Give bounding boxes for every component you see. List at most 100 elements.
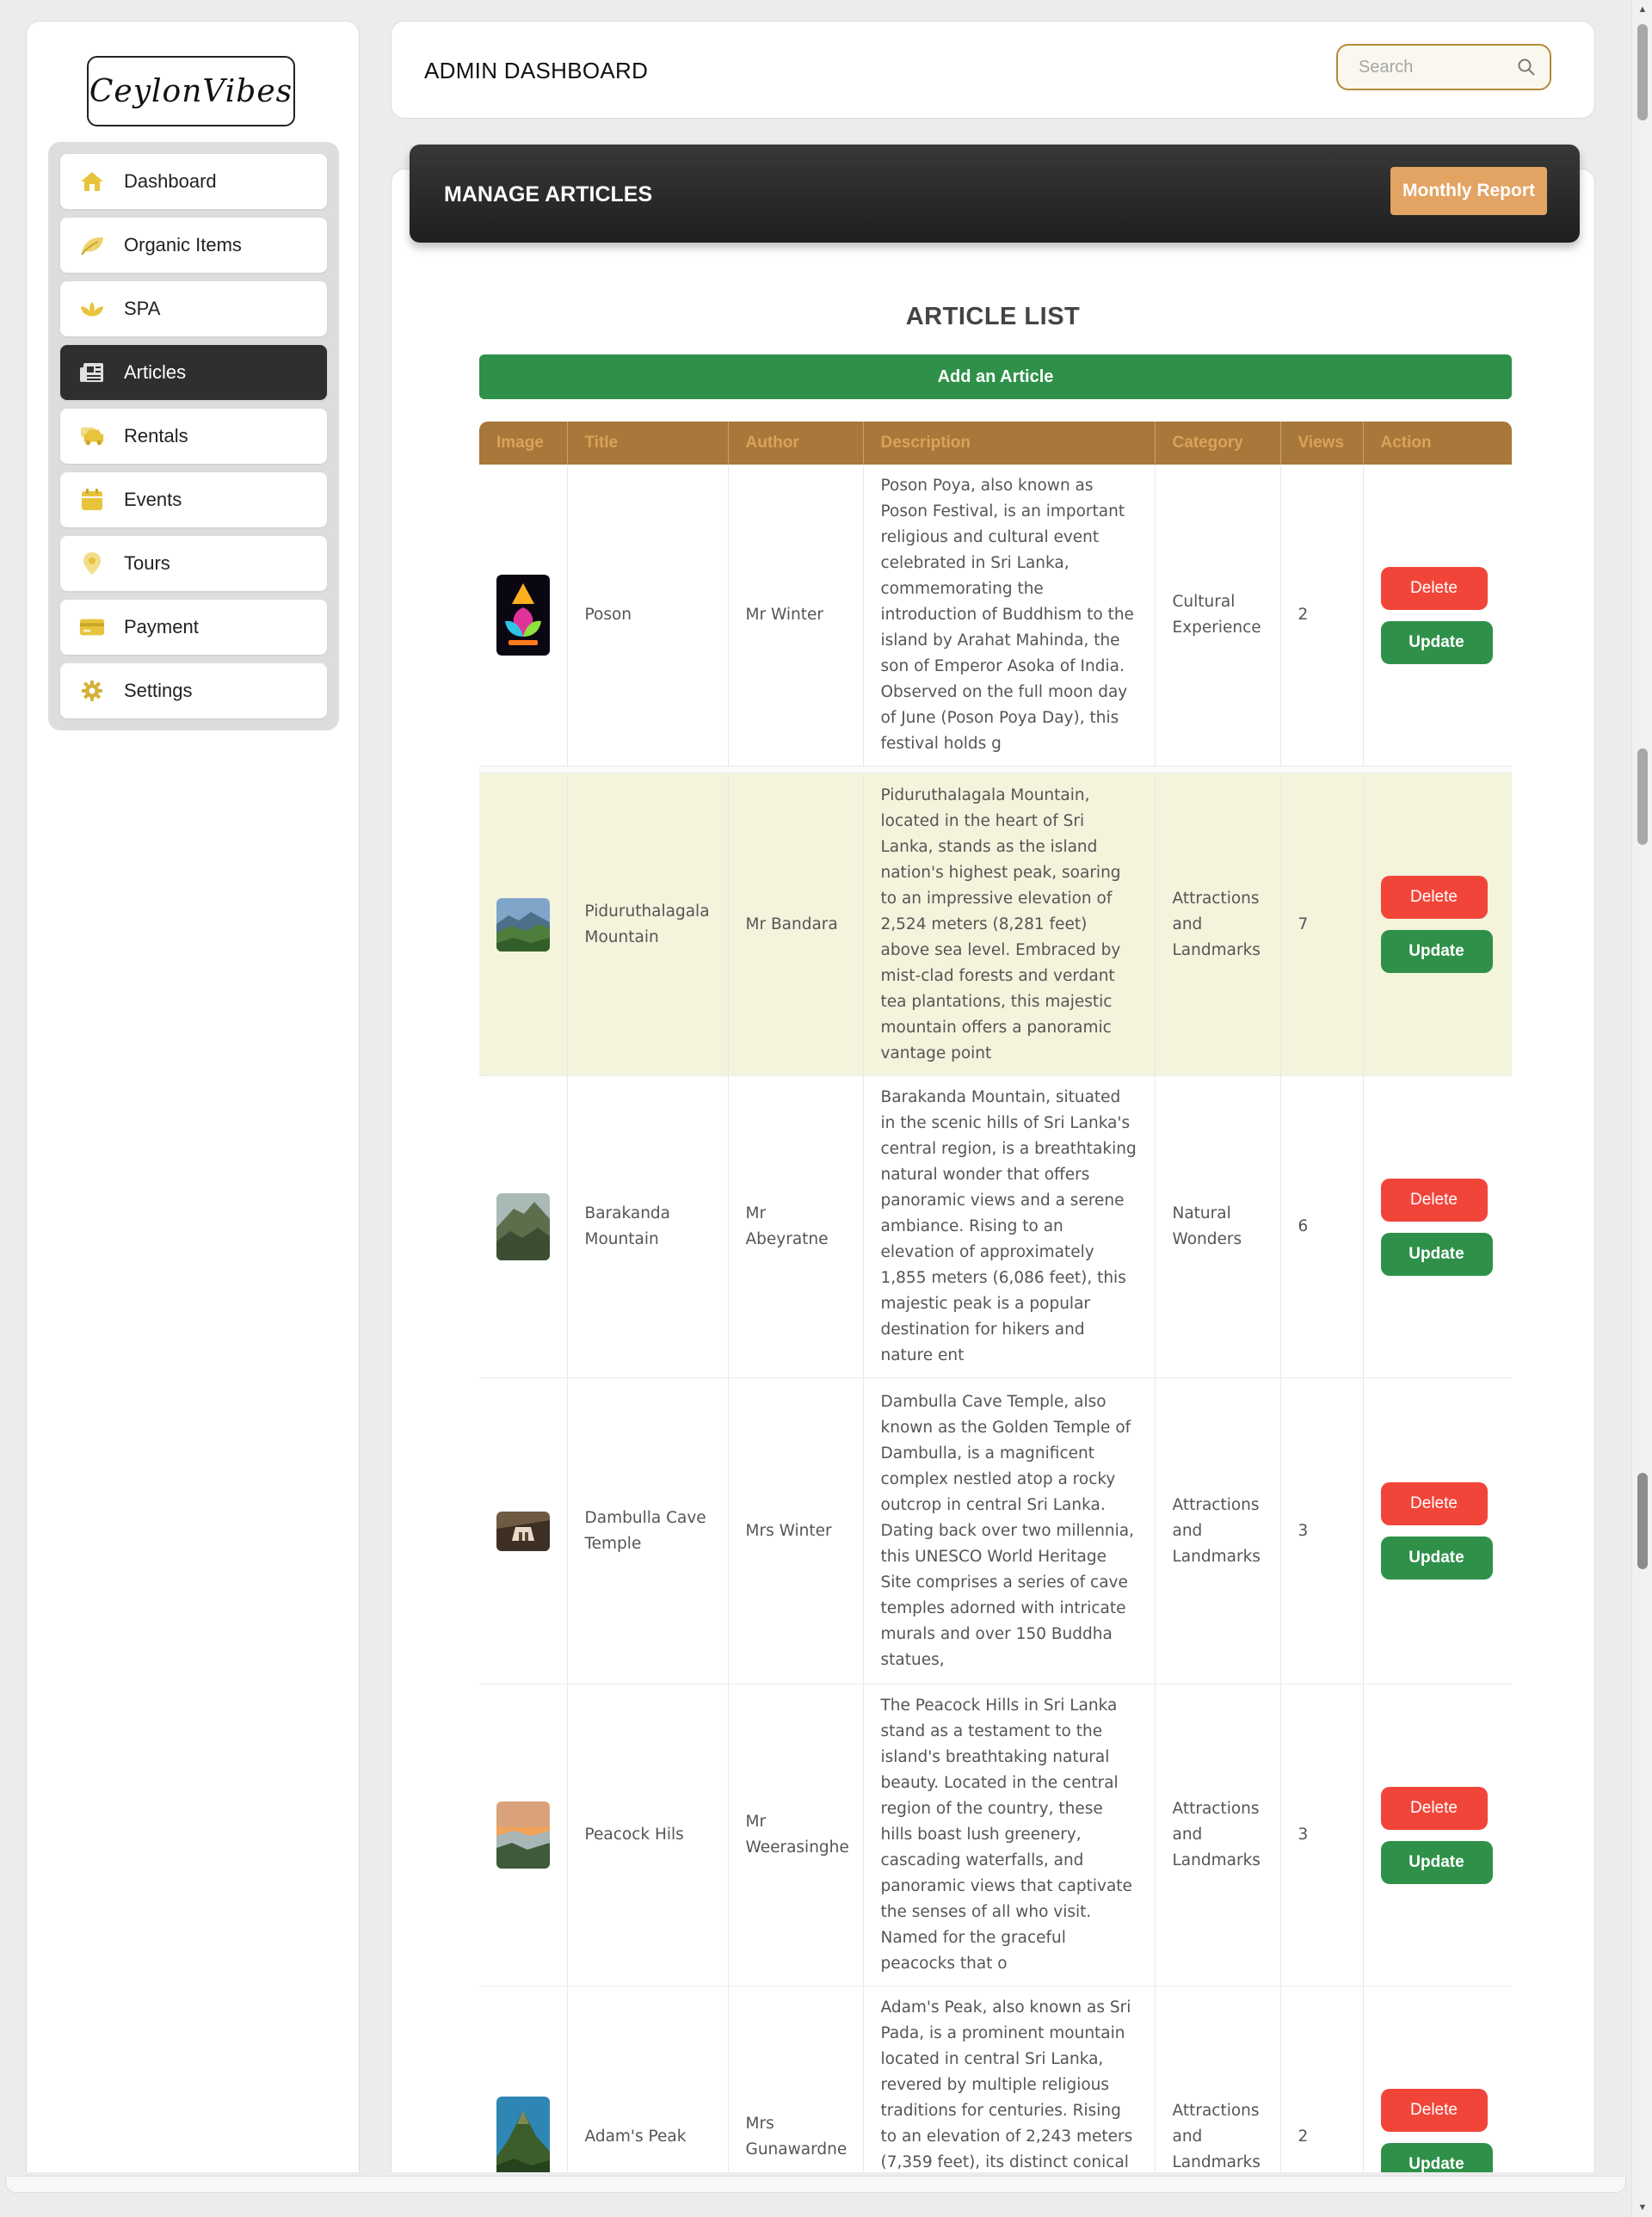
- vertical-scrollbar[interactable]: ▲ ▼: [1631, 0, 1652, 2217]
- sidebar-item-organic-items[interactable]: Organic Items: [60, 218, 327, 273]
- column-header-title: Title: [567, 422, 729, 465]
- top-header: ADMIN DASHBOARD: [391, 21, 1595, 119]
- add-article-button[interactable]: Add an Article: [479, 354, 1512, 399]
- article-title: Adam's Peak: [567, 1986, 729, 2172]
- newspaper-icon: [79, 360, 105, 385]
- scrollbar-thumb[interactable]: [1637, 1473, 1648, 1569]
- article-title: Dambulla Cave Temple: [567, 1377, 729, 1684]
- update-button[interactable]: Update: [1380, 2142, 1493, 2172]
- article-author: Mrs Gunawardne: [728, 1986, 864, 2172]
- column-header-action: Action: [1363, 422, 1512, 465]
- article-description: Dambulla Cave Temple, also known as the …: [863, 1377, 1156, 1684]
- sidebar-item-label: SPA: [124, 298, 161, 319]
- article-author: Mr Abeyratne: [728, 1075, 864, 1378]
- article-views: 7: [1280, 773, 1364, 1076]
- home-icon: [79, 169, 105, 194]
- sidebar-item-payment[interactable]: Payment: [60, 600, 327, 655]
- delete-button[interactable]: Delete: [1380, 1178, 1488, 1222]
- articles-table: Image Title Author Description Category …: [479, 422, 1512, 2172]
- delete-button[interactable]: Delete: [1380, 1482, 1488, 1525]
- scrollbar-thumb[interactable]: [1637, 24, 1648, 120]
- article-thumbnail: [496, 1801, 550, 1869]
- article-description: Adam's Peak, also known as Sri Pada, is …: [863, 1986, 1156, 2172]
- article-category: Attractions and Landmarks: [1155, 773, 1281, 1076]
- update-button[interactable]: Update: [1380, 1232, 1493, 1276]
- sidebar-item-tours[interactable]: Tours: [60, 536, 327, 591]
- table-header-row: Image Title Author Description Category …: [479, 422, 1512, 465]
- gear-icon: [79, 679, 105, 703]
- update-button[interactable]: Update: [1380, 620, 1493, 664]
- column-header-views: Views: [1280, 422, 1364, 465]
- article-category: Natural Wonders: [1155, 1075, 1281, 1378]
- monthly-report-button[interactable]: Monthly Report: [1390, 167, 1547, 215]
- scrollbar-thumb[interactable]: [1637, 748, 1648, 845]
- sidebar-item-dashboard[interactable]: Dashboard: [60, 154, 327, 209]
- article-title: Barakanda Mountain: [567, 1075, 729, 1378]
- sidebar-item-label: Settings: [124, 680, 193, 701]
- delete-button[interactable]: Delete: [1380, 2088, 1488, 2132]
- car-icon: [79, 424, 105, 448]
- article-thumbnail: [496, 1511, 550, 1551]
- sidebar-item-label: Organic Items: [124, 234, 242, 256]
- sidebar: CeylonVibes Dashboard Organic Items SPA …: [26, 21, 360, 2206]
- credit-card-icon: [79, 615, 105, 639]
- sidebar-nav: Dashboard Organic Items SPA Articles Ren…: [48, 142, 339, 730]
- leaf-icon: [79, 233, 105, 257]
- table-row: Dambulla Cave Temple Mrs Winter Dambulla…: [479, 1377, 1512, 1684]
- article-views: 3: [1280, 1377, 1364, 1684]
- map-pin-icon: [79, 551, 105, 576]
- sidebar-item-rentals[interactable]: Rentals: [60, 409, 327, 464]
- update-button[interactable]: Update: [1380, 1840, 1493, 1884]
- article-description: Poson Poya, also known as Poson Festival…: [863, 465, 1156, 767]
- column-header-author: Author: [728, 422, 864, 465]
- sidebar-item-label: Dashboard: [124, 170, 217, 192]
- article-views: 2: [1280, 1986, 1364, 2172]
- scroll-down-arrow-icon[interactable]: ▼: [1632, 2198, 1652, 2217]
- article-author: Mr Winter: [728, 465, 864, 767]
- sidebar-item-settings[interactable]: Settings: [60, 663, 327, 718]
- sidebar-item-label: Rentals: [124, 425, 188, 446]
- article-description: Barakanda Mountain, situated in the scen…: [863, 1075, 1156, 1378]
- article-thumbnail: [496, 2097, 550, 2172]
- search-input[interactable]: [1359, 57, 1505, 77]
- table-row: Piduruthalagala Mountain Mr Bandara Pidu…: [479, 773, 1512, 1076]
- sidebar-item-label: Articles: [124, 361, 187, 383]
- sidebar-item-label: Payment: [124, 616, 199, 637]
- article-category: Attractions and Landmarks: [1155, 1684, 1281, 1986]
- article-title: Piduruthalagala Mountain: [567, 773, 729, 1076]
- column-header-description: Description: [863, 422, 1156, 465]
- article-list-title: ARTICLE LIST: [905, 303, 1081, 330]
- article-thumbnail: [496, 575, 550, 656]
- brand-logo[interactable]: CeylonVibes: [87, 56, 295, 126]
- article-views: 2: [1280, 465, 1364, 767]
- article-author: Mrs Winter: [728, 1377, 864, 1684]
- update-button[interactable]: Update: [1380, 930, 1493, 973]
- article-thumbnail: [496, 897, 550, 951]
- sidebar-item-articles[interactable]: Articles: [60, 345, 327, 400]
- article-category: Attractions and Landmarks: [1155, 1377, 1281, 1684]
- article-views: 6: [1280, 1075, 1364, 1378]
- article-category: Attractions and Landmarks: [1155, 1986, 1281, 2172]
- bottom-scroll-area: [0, 2172, 1631, 2217]
- manage-articles-banner: MANAGE ARTICLES Monthly Report: [410, 145, 1580, 243]
- sidebar-item-spa[interactable]: SPA: [60, 281, 327, 336]
- article-author: Mr Bandara: [728, 773, 864, 1076]
- article-title: Peacock Hils: [567, 1684, 729, 1986]
- horizontal-scrollbar[interactable]: [5, 2176, 1626, 2193]
- row-divider: [479, 766, 1512, 773]
- lotus-icon: [79, 297, 105, 321]
- sidebar-item-events[interactable]: Events: [60, 472, 327, 527]
- scroll-up-arrow-icon[interactable]: ▲: [1632, 0, 1652, 19]
- table-row: Poson Mr Winter Poson Poya, also known a…: [479, 465, 1512, 767]
- search-icon[interactable]: [1517, 58, 1536, 81]
- delete-button[interactable]: Delete: [1380, 876, 1488, 919]
- delete-button[interactable]: Delete: [1380, 566, 1488, 610]
- search-box[interactable]: [1336, 44, 1551, 90]
- article-thumbnail: [496, 1193, 550, 1260]
- delete-button[interactable]: Delete: [1380, 1786, 1488, 1830]
- update-button[interactable]: Update: [1380, 1537, 1493, 1580]
- page-title: ADMIN DASHBOARD: [424, 58, 649, 83]
- article-author: Mr Weerasinghe: [728, 1684, 864, 1986]
- article-description: Piduruthalagala Mountain, located in the…: [863, 773, 1156, 1076]
- calendar-icon: [79, 488, 105, 512]
